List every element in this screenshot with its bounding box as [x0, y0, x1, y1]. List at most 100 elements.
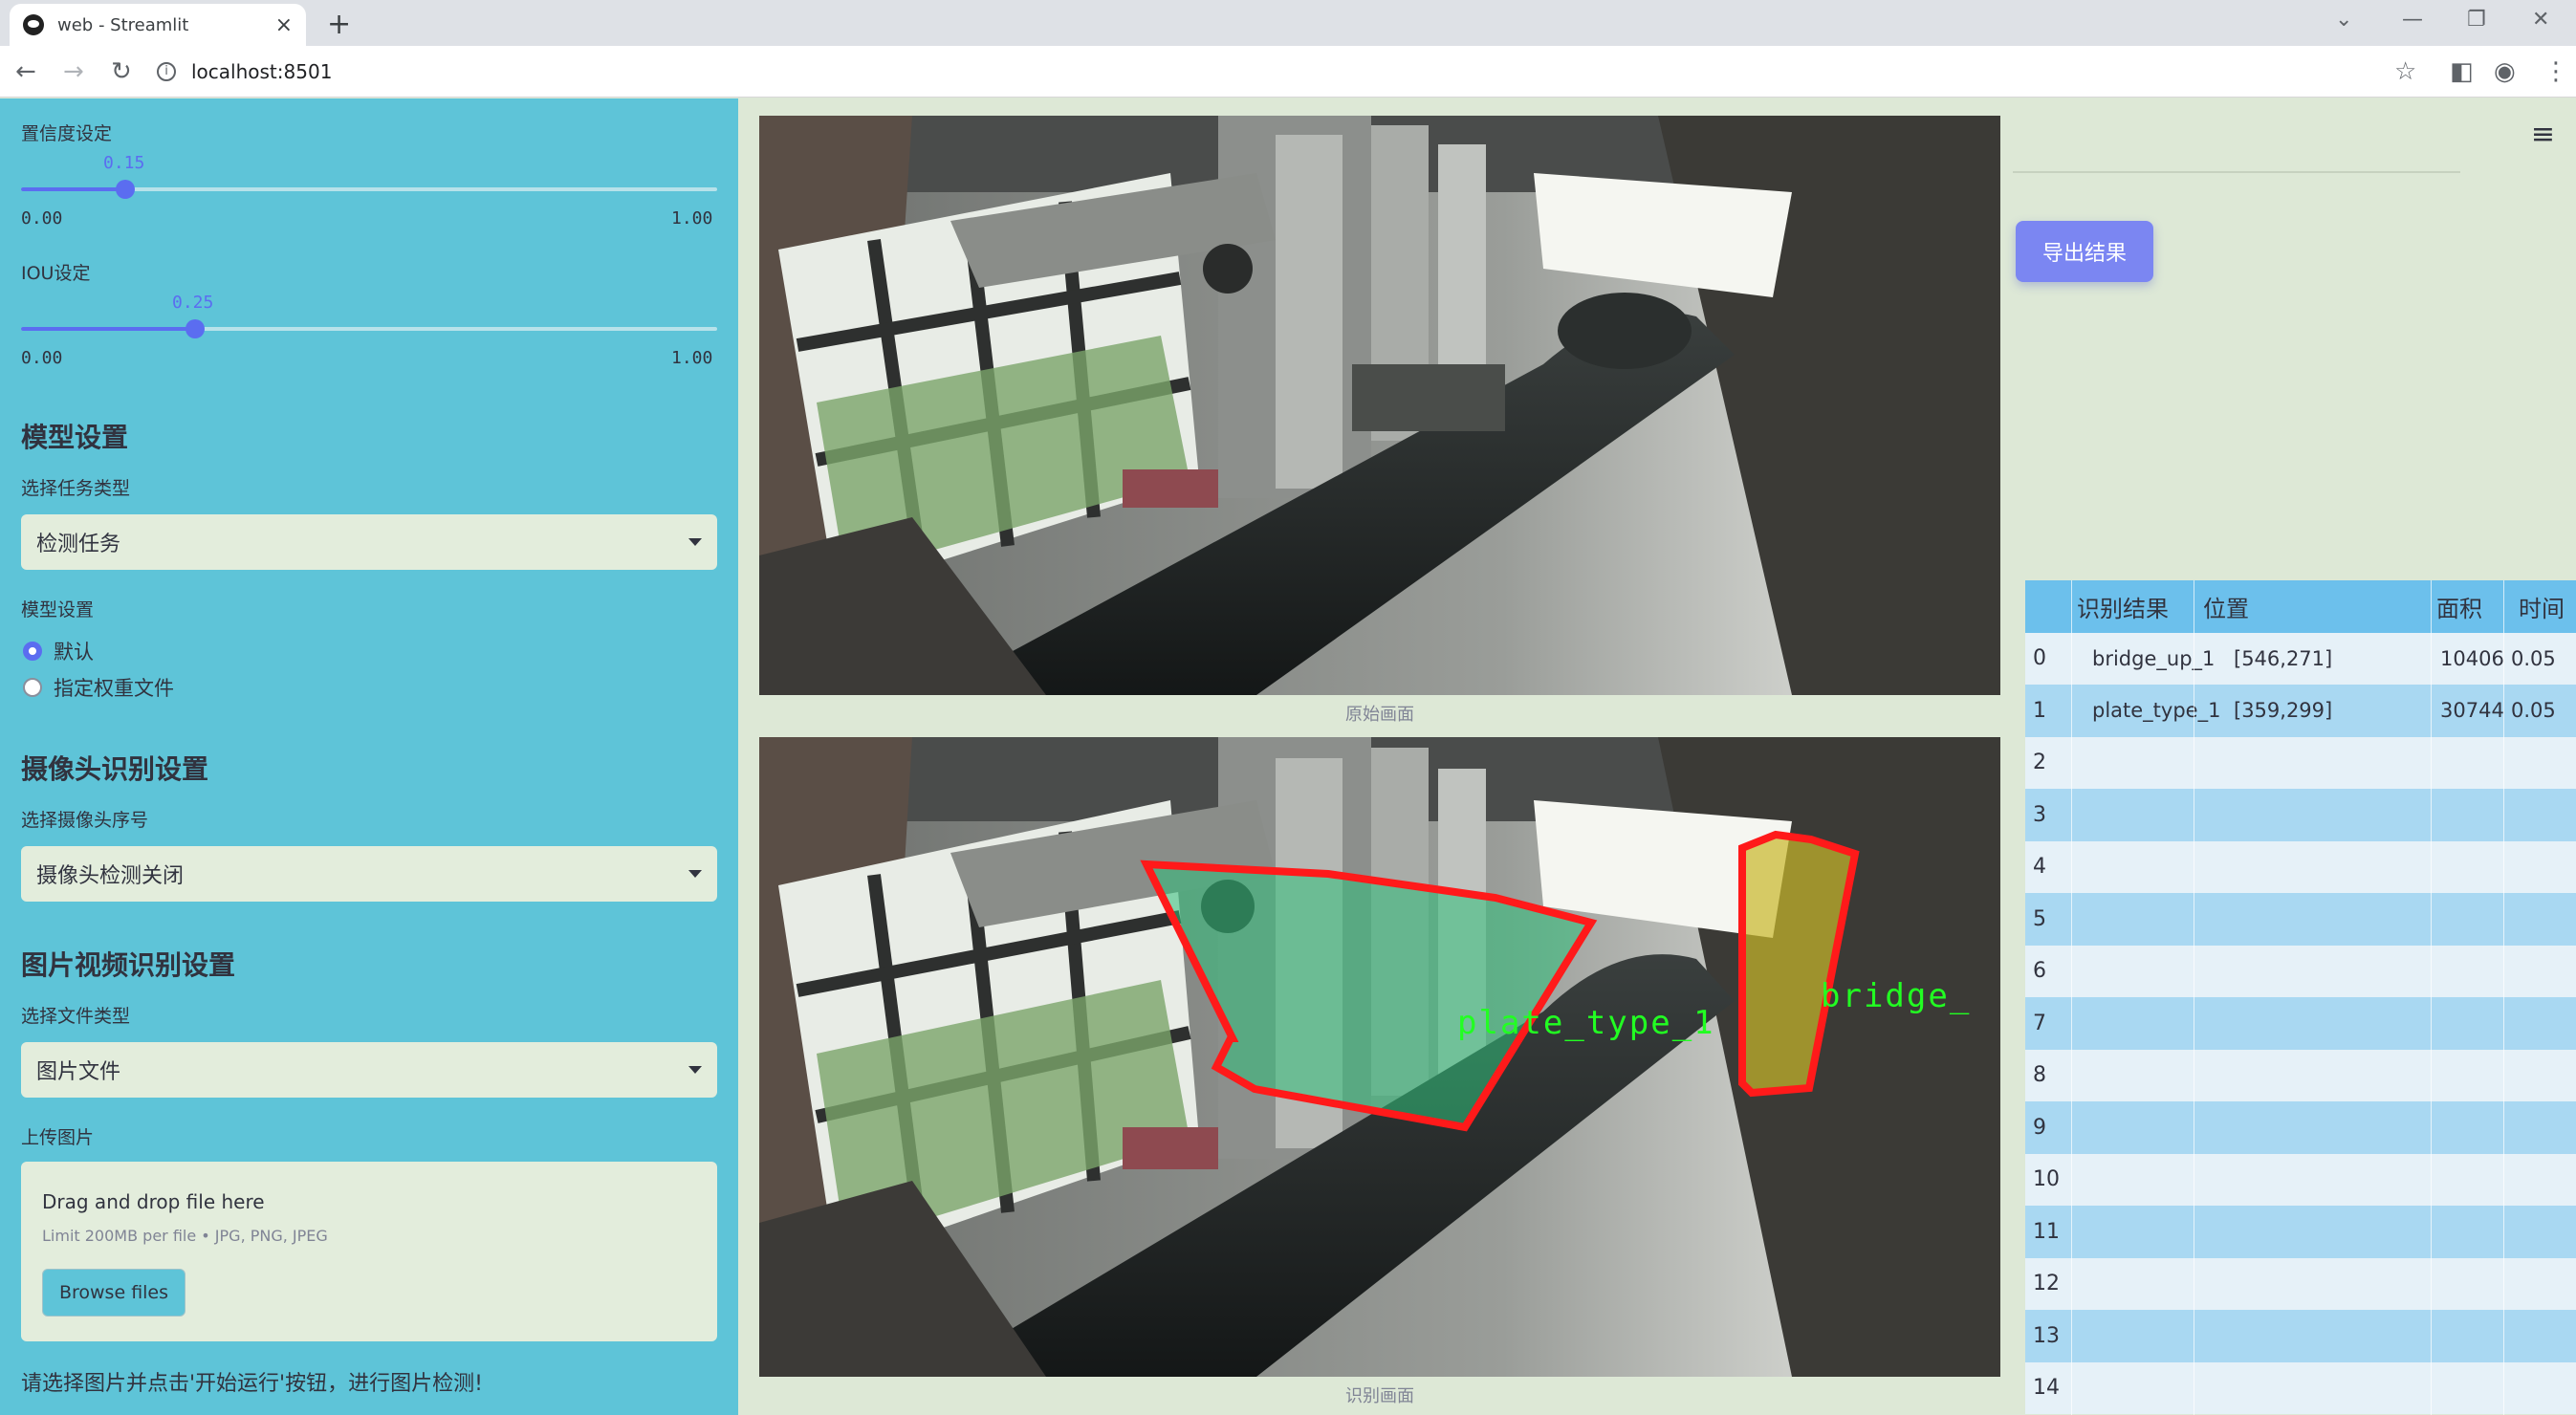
table-row[interactable]: 7 — [2025, 997, 2576, 1050]
results-table[interactable]: 识别结果 位置 面积 时间 0 bridge_up_1 [546,271] 10406… — [2025, 580, 2576, 1415]
url-text: localhost:8501 — [191, 60, 333, 83]
table-row[interactable]: 6 — [2025, 945, 2576, 998]
cell-position — [2234, 1154, 2425, 1207]
camera-index-value: 摄像头检测关闭 — [36, 864, 185, 888]
row-index: 8 — [2033, 1063, 2046, 1088]
table-row[interactable]: 10 — [2025, 1153, 2576, 1207]
cell-result — [2092, 1310, 2226, 1362]
hamburger-menu-icon[interactable]: ≡ — [2531, 118, 2555, 151]
close-tab-icon[interactable]: × — [275, 13, 293, 37]
confidence-label: 置信度设定 — [21, 123, 113, 144]
table-row[interactable]: 4 — [2025, 840, 2576, 894]
tab-search-chevron-icon[interactable]: ⌄ — [2335, 8, 2352, 32]
task-type-select[interactable]: 检测任务 — [21, 514, 717, 570]
iou-slider[interactable] — [21, 319, 717, 338]
browse-files-button[interactable]: Browse files — [42, 1269, 186, 1317]
bookmark-star-icon[interactable]: ☆ — [2394, 57, 2416, 86]
table-row[interactable]: 14 — [2025, 1361, 2576, 1414]
radio-custom-weights-label: 指定权重文件 — [54, 677, 174, 700]
camera-index-select[interactable]: 摄像头检测关闭 — [21, 846, 717, 902]
minimize-icon[interactable]: — — [2402, 8, 2423, 32]
original-image-caption: 原始画面 — [1345, 705, 1414, 725]
radio-unchecked-icon[interactable] — [23, 678, 42, 697]
cell-position: [359,299] — [2234, 699, 2333, 723]
cell-time — [2511, 997, 2576, 1050]
streamlit-favicon-icon — [23, 14, 44, 35]
file-uploader-dropzone[interactable]: Drag and drop file here Limit 200MB per … — [21, 1162, 717, 1341]
table-row[interactable]: 11 — [2025, 1206, 2576, 1258]
confidence-value: 0.15 — [103, 153, 145, 173]
cell-time — [2511, 841, 2576, 894]
row-index: 9 — [2033, 1115, 2046, 1140]
more-menu-icon[interactable]: ⋮ — [2543, 57, 2568, 86]
site-info-icon[interactable]: i — [157, 62, 176, 81]
row-index: 6 — [2033, 959, 2046, 984]
confidence-slider[interactable] — [21, 180, 717, 199]
row-index: 14 — [2033, 1376, 2060, 1401]
export-results-button[interactable]: 导出结果 — [2016, 221, 2153, 282]
divider — [2013, 171, 2460, 173]
radio-checked-icon[interactable] — [23, 642, 42, 661]
row-index: 10 — [2033, 1167, 2060, 1192]
chevron-down-icon — [688, 538, 702, 546]
model-setting-label: 模型设置 — [21, 599, 95, 620]
new-tab-icon[interactable]: + — [327, 8, 351, 41]
confidence-slider-thumb[interactable] — [116, 180, 136, 199]
cell-time — [2511, 737, 2576, 790]
table-row[interactable]: 1 plate_type_1 [359,299] 30744 0.05 — [2025, 685, 2576, 737]
original-image — [759, 116, 2000, 695]
cell-position — [2234, 1050, 2425, 1102]
row-index: 0 — [2033, 646, 2046, 671]
profile-avatar-icon[interactable]: ◉ — [2494, 57, 2516, 86]
file-type-value: 图片文件 — [36, 1060, 121, 1084]
header-time[interactable]: 时间 — [2519, 580, 2576, 633]
cell-area — [2440, 946, 2517, 998]
task-type-label: 选择任务类型 — [21, 478, 131, 499]
cell-result — [2092, 1154, 2226, 1207]
table-row[interactable]: 12 — [2025, 1257, 2576, 1311]
cell-position — [2234, 1101, 2425, 1154]
radio-custom-weights[interactable]: 指定权重文件 — [23, 673, 174, 702]
table-row[interactable]: 8 — [2025, 1049, 2576, 1102]
cell-position — [2234, 1206, 2425, 1258]
cell-area — [2440, 1310, 2517, 1362]
table-row[interactable]: 0 bridge_up_1 [546,271] 10406 0.05 — [2025, 632, 2576, 685]
camera-index-label: 选择摄像头序号 — [21, 810, 149, 831]
table-row[interactable]: 13 — [2025, 1310, 2576, 1362]
confidence-slider-fill — [21, 187, 126, 191]
header-result[interactable]: 识别结果 — [2077, 580, 2211, 633]
cell-result: bridge_up_1 — [2092, 646, 2216, 670]
row-index: 4 — [2033, 855, 2046, 880]
file-type-select[interactable]: 图片文件 — [21, 1042, 717, 1098]
browser-tab[interactable]: web - Streamlit × — [10, 4, 306, 46]
cell-time — [2511, 1258, 2576, 1311]
cell-position — [2234, 1258, 2425, 1311]
cell-time — [2511, 893, 2576, 946]
cell-area — [2440, 1154, 2517, 1207]
cell-area — [2440, 1050, 2517, 1102]
radio-default[interactable]: 默认 — [23, 637, 94, 665]
table-row[interactable]: 9 — [2025, 1101, 2576, 1154]
table-row[interactable]: 5 — [2025, 893, 2576, 946]
table-row[interactable]: 2 — [2025, 736, 2576, 790]
cell-area — [2440, 737, 2517, 790]
table-row[interactable]: 3 — [2025, 789, 2576, 841]
detection-label-plate-type: plate_type_1 — [1457, 1004, 1715, 1042]
forward-icon[interactable]: → — [63, 57, 84, 86]
back-icon[interactable]: ← — [15, 57, 36, 86]
cell-result — [2092, 946, 2226, 998]
iou-slider-thumb[interactable] — [186, 319, 205, 338]
media-settings-heading: 图片视频识别设置 — [21, 949, 236, 981]
browser-tab-bar: web - Streamlit × + ⌄ — ❐ ✕ — [0, 0, 2576, 46]
iou-min: 0.00 — [21, 348, 63, 368]
side-panel-icon[interactable]: ◧ — [2450, 57, 2474, 86]
header-area[interactable]: 面积 — [2436, 580, 2513, 633]
reload-icon[interactable]: ↻ — [111, 57, 132, 86]
confidence-max: 1.00 — [671, 208, 713, 229]
camera-settings-heading: 摄像头识别设置 — [21, 753, 209, 785]
close-window-icon[interactable]: ✕ — [2532, 8, 2549, 32]
table-col-divider — [2503, 580, 2504, 1415]
header-position[interactable]: 位置 — [2203, 580, 2394, 633]
url-field[interactable]: i localhost:8501 — [157, 53, 2375, 91]
restore-icon[interactable]: ❐ — [2467, 8, 2486, 32]
